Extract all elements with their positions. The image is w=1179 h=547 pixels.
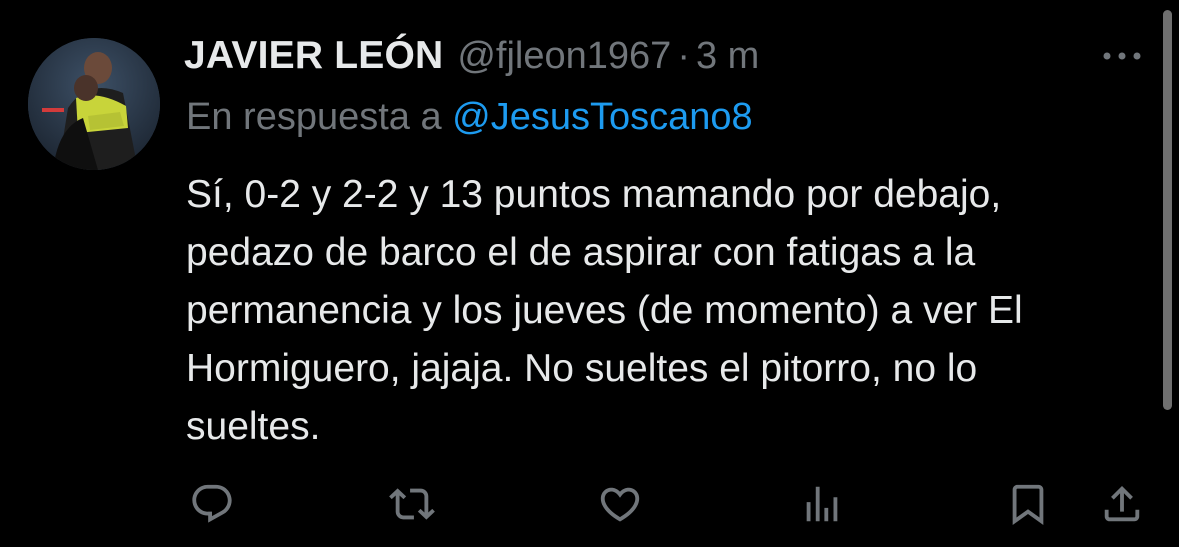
- views-button[interactable]: [796, 478, 848, 530]
- share-icon: [1104, 485, 1140, 522]
- avatar-image: [28, 38, 160, 170]
- more-options-button[interactable]: [1097, 36, 1147, 76]
- tweet-text: Sí, 0-2 y 2-2 y 13 puntos mamando por de…: [186, 166, 1146, 456]
- more-horizontal-icon: [1103, 52, 1141, 60]
- tweet-text-line: pedazo de barco el de aspirar con fatiga…: [186, 231, 976, 274]
- reply-icon: [192, 484, 232, 523]
- action-bar: [186, 478, 1146, 530]
- tweet-text-line: sueltes.: [186, 405, 321, 448]
- timestamp[interactable]: 3 m: [696, 35, 759, 78]
- separator-dot: ·: [677, 35, 690, 77]
- heart-icon: [600, 487, 640, 522]
- reply-button[interactable]: [186, 478, 238, 530]
- retweet-button[interactable]: [386, 478, 438, 530]
- tweet-header: JAVIER LEÓN @fjleon1967 · 3 m: [184, 34, 759, 84]
- views-icon: [806, 486, 838, 522]
- bookmark-icon: [1012, 484, 1044, 525]
- avatar[interactable]: [28, 38, 160, 170]
- scrollbar[interactable]: [1163, 10, 1172, 410]
- retweet-icon: [389, 488, 435, 520]
- reply-context: En respuesta a @JesusToscano8: [186, 96, 753, 139]
- reply-prefix: En respuesta a: [186, 96, 442, 138]
- share-button[interactable]: [1096, 478, 1148, 530]
- tweet-text-line: permanencia y los jueves (de momento) a …: [186, 289, 1023, 332]
- display-name[interactable]: JAVIER LEÓN: [184, 34, 443, 78]
- tweet-text-line: Sí, 0-2 y 2-2 y 13 puntos mamando por de…: [186, 173, 1002, 216]
- tweet-text-line: Hormiguero, jajaja. No sueltes el pitorr…: [186, 347, 978, 390]
- reply-mention-link[interactable]: @JesusToscano8: [452, 96, 753, 138]
- bookmark-button[interactable]: [1002, 478, 1054, 530]
- like-button[interactable]: [594, 478, 646, 530]
- tweet[interactable]: JAVIER LEÓN @fjleon1967 · 3 m En respues…: [0, 0, 1179, 547]
- user-handle[interactable]: @fjleon1967: [457, 35, 671, 78]
